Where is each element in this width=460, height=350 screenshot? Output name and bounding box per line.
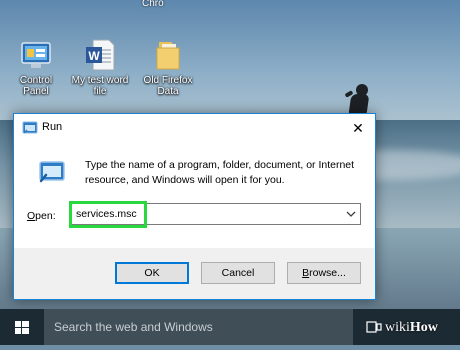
start-button[interactable] [0,309,44,345]
cancel-button[interactable]: Cancel [201,262,275,284]
folder-icon [151,38,185,72]
wallpaper-runner-body [348,94,370,114]
taskbar-search-box[interactable]: Search the web and Windows [44,309,353,345]
desktop-icon-control-panel[interactable]: Control Panel [0,38,72,97]
wikihow-watermark: wikiHow [385,320,438,335]
desktop-icon-chrome-label[interactable]: Chro [142,0,164,9]
open-input[interactable] [72,204,336,224]
search-placeholder: Search the web and Windows [54,320,213,334]
open-label: Open: [27,210,56,222]
run-dialog: Run ✕ Type the name of a program, folder… [13,113,376,300]
close-button[interactable]: ✕ [341,114,375,142]
desktop-icon-label: My test word file [71,75,129,97]
taskbar: Search the web and Windows wikiHow [0,309,460,345]
run-titlebar[interactable]: Run ✕ [14,114,375,142]
desktop-icon-old-firefox-data[interactable]: Old Firefox Data [132,38,204,97]
run-title: Run [42,121,63,133]
run-description: Type the name of a program, folder, docu… [85,159,355,186]
browse-button[interactable]: Browse... [287,262,361,284]
svg-text:W: W [88,49,100,63]
control-panel-icon [19,38,53,72]
run-button-bar: OK Cancel Browse... [14,248,375,299]
chevron-down-icon[interactable] [344,206,358,222]
open-combobox[interactable] [71,203,361,225]
windows-logo-icon [15,321,29,334]
close-icon: ✕ [352,120,364,136]
run-program-icon [38,159,66,185]
desktop-icon-label: Control Panel [19,75,53,97]
word-document-icon: W [83,38,117,72]
ok-button[interactable]: OK [115,262,189,284]
desktop-icon-word-file[interactable]: W My test word file [64,38,136,97]
desktop-icon-label: Old Firefox Data [143,75,193,97]
task-view-icon[interactable] [366,320,382,334]
run-app-icon [22,121,38,135]
